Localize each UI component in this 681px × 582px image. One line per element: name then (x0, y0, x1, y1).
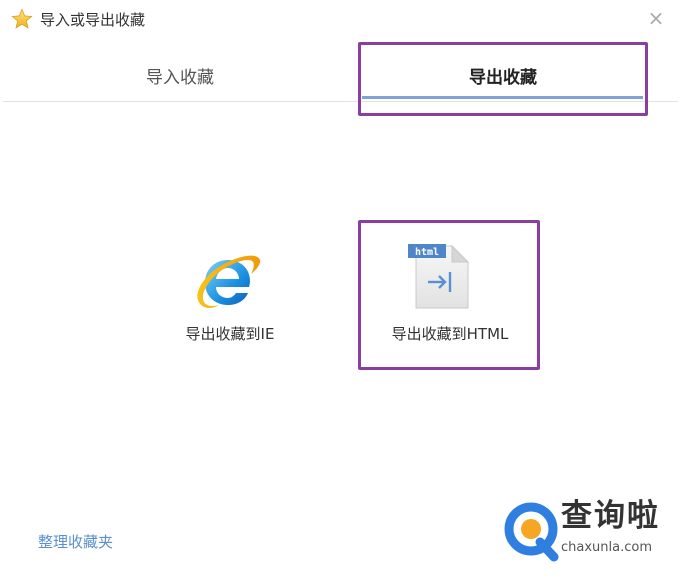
watermark-logo: 查询啦 chaxunla.com (504, 494, 680, 578)
tabs-divider (3, 101, 678, 102)
watermark-q-icon (504, 502, 559, 562)
export-to-html-option[interactable]: html 导出收藏到HTML (362, 236, 538, 356)
manage-favorites-link[interactable]: 整理收藏夹 (38, 532, 113, 552)
tab-import-favorites[interactable]: 导入收藏 (0, 44, 360, 104)
html-file-icon: html (408, 244, 470, 309)
html-badge-text: html (415, 247, 439, 258)
active-tab-indicator (362, 96, 643, 99)
window-title: 导入或导出收藏 (40, 11, 146, 29)
star-icon (11, 8, 33, 29)
close-icon: × (647, 6, 665, 30)
ie-browser-icon (197, 255, 261, 308)
watermark-text: 查询啦 (561, 498, 660, 534)
tab-export-favorites[interactable]: 导出收藏 (360, 44, 646, 104)
close-button[interactable]: × (644, 6, 668, 30)
title-bar: 导入或导出收藏 × (0, 0, 681, 38)
export-to-ie-label: 导出收藏到IE (185, 325, 275, 343)
export-to-html-label: 导出收藏到HTML (391, 325, 509, 343)
export-to-ie-option[interactable]: 导出收藏到IE (160, 240, 300, 350)
watermark-url: chaxunla.com (561, 540, 652, 555)
tab-bar: 导入收藏 导出收藏 (0, 44, 681, 104)
